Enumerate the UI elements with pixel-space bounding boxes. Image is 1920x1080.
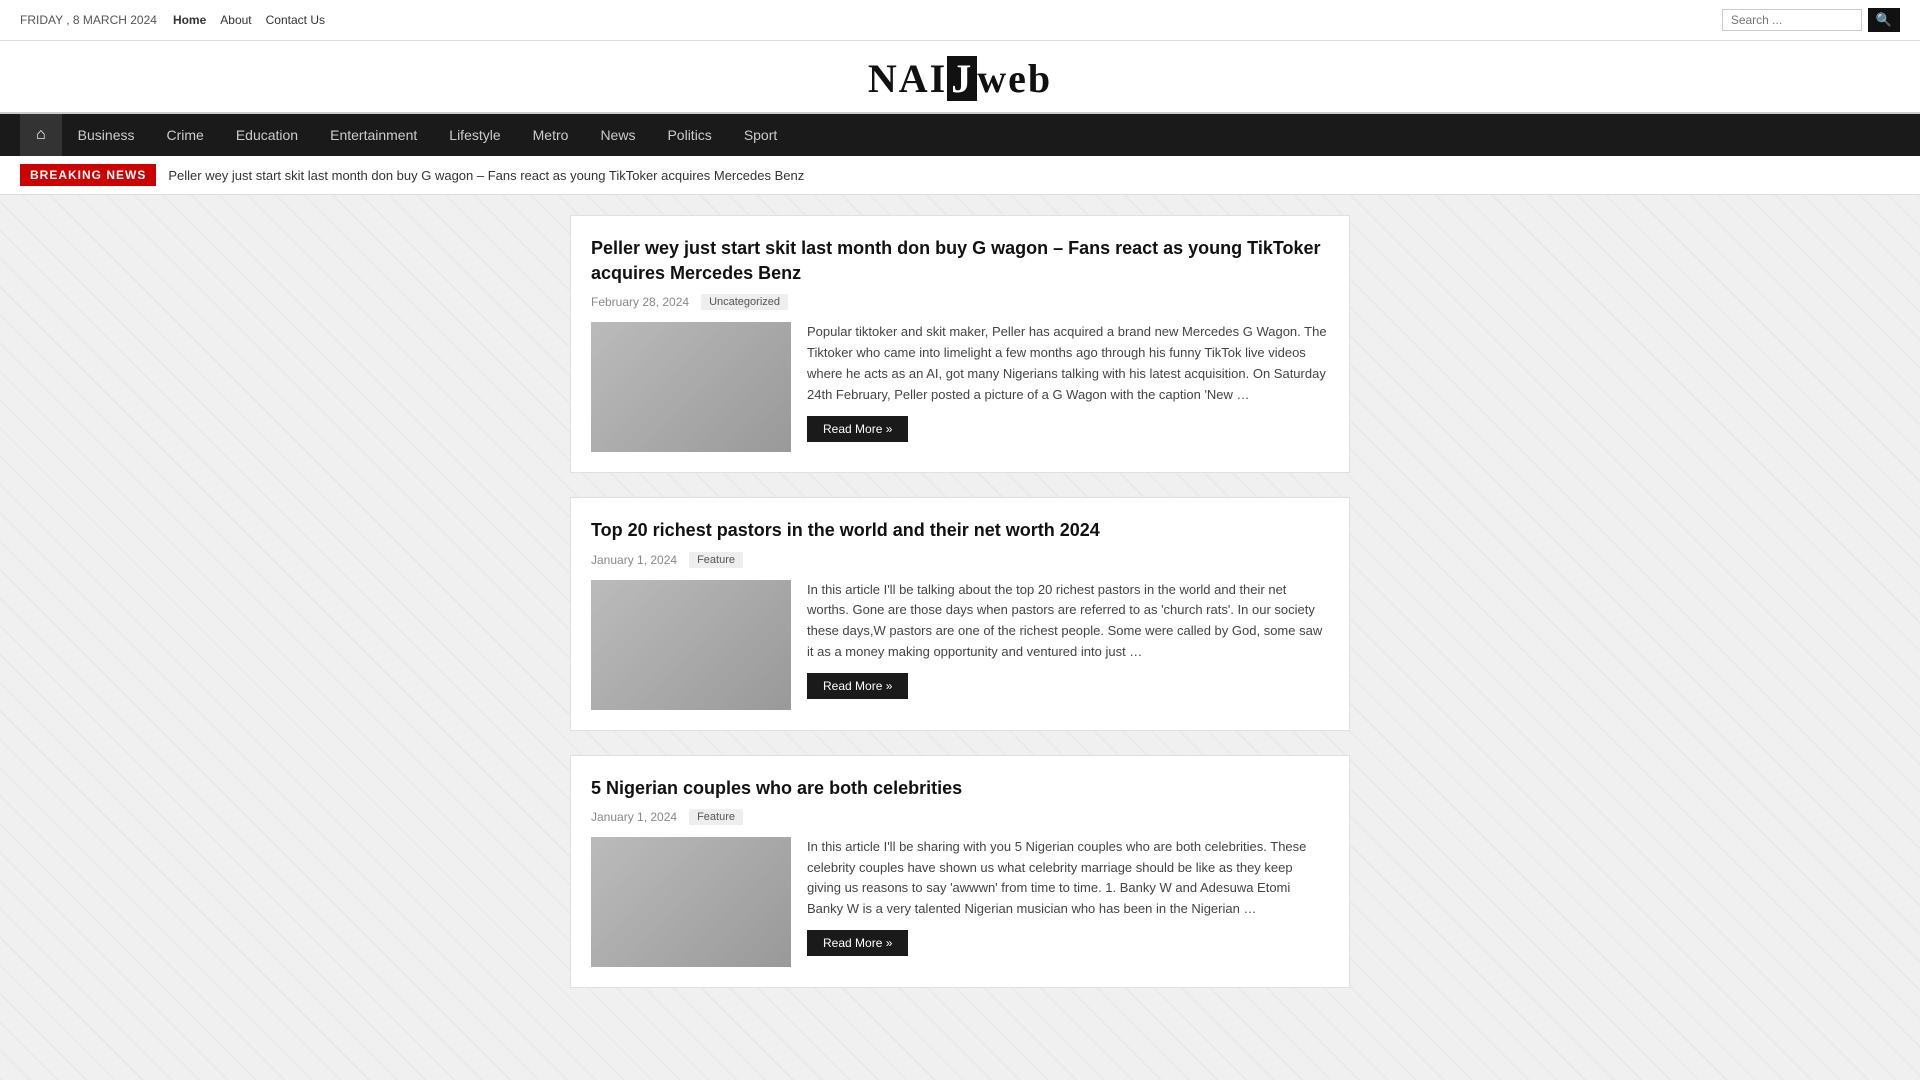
nav-item-education[interactable]: Education [220, 115, 314, 155]
article-title-0[interactable]: Peller wey just start skit last month do… [591, 236, 1329, 286]
article-text-0: Popular tiktoker and skit maker, Peller … [807, 322, 1329, 441]
article-card-1: Top 20 richest pastors in the world and … [570, 497, 1350, 730]
nav-item-crime[interactable]: Crime [150, 115, 219, 155]
article-thumb-inner-0 [591, 322, 791, 452]
article-meta-2: January 1, 2024 Feature [591, 809, 1329, 825]
top-nav-item-about[interactable]: About [220, 13, 251, 27]
logo-area: NAIJweb [0, 41, 1920, 114]
article-tag-0[interactable]: Uncategorized [701, 294, 788, 310]
main-nav: ⌂ BusinessCrimeEducationEntertainmentLif… [0, 114, 1920, 156]
nav-item-entertainment[interactable]: Entertainment [314, 115, 433, 155]
nav-item-politics[interactable]: Politics [651, 115, 727, 155]
top-nav: Home About Contact Us [173, 13, 325, 27]
read-more-button-1[interactable]: Read More » [807, 673, 908, 699]
search-button[interactable]: 🔍 [1868, 8, 1900, 32]
article-meta-1: January 1, 2024 Feature [591, 552, 1329, 568]
logo-highlight: J [947, 56, 977, 101]
nav-item-business[interactable]: Business [62, 115, 151, 155]
search-area: 🔍 [1722, 8, 1900, 32]
nav-item-sport[interactable]: Sport [728, 115, 793, 155]
article-thumbnail-2 [591, 837, 791, 967]
article-text-1: In this article I'll be talking about th… [807, 580, 1329, 699]
article-thumbnail-0 [591, 322, 791, 452]
main-content: Peller wey just start skit last month do… [570, 215, 1350, 988]
read-more-button-0[interactable]: Read More » [807, 416, 908, 442]
top-bar-left: FRIDAY , 8 MARCH 2024 Home About Contact U… [20, 13, 325, 27]
article-date-0: February 28, 2024 [591, 295, 689, 309]
breaking-label: BREAKING NEWS [20, 164, 156, 186]
article-body-2: In this article I'll be sharing with you… [591, 837, 1329, 967]
breaking-text: Peller wey just start skit last month do… [168, 168, 804, 183]
article-text-2: In this article I'll be sharing with you… [807, 837, 1329, 956]
date-display: FRIDAY , 8 MARCH 2024 [20, 13, 157, 27]
article-date-1: January 1, 2024 [591, 553, 677, 567]
logo-part2: web [977, 56, 1052, 101]
read-more-button-2[interactable]: Read More » [807, 930, 908, 956]
article-body-0: Popular tiktoker and skit maker, Peller … [591, 322, 1329, 452]
article-thumbnail-1 [591, 580, 791, 710]
article-body-1: In this article I'll be talking about th… [591, 580, 1329, 710]
article-tag-2[interactable]: Feature [689, 809, 743, 825]
article-date-2: January 1, 2024 [591, 810, 677, 824]
site-logo[interactable]: NAIJweb [0, 55, 1920, 102]
search-input[interactable] [1722, 9, 1862, 31]
article-title-1[interactable]: Top 20 richest pastors in the world and … [591, 518, 1329, 543]
top-nav-item-contact-us[interactable]: Contact Us [266, 13, 325, 27]
article-thumb-inner-2 [591, 837, 791, 967]
nav-home[interactable]: ⌂ [20, 114, 62, 156]
article-thumb-inner-1 [591, 580, 791, 710]
top-bar: FRIDAY , 8 MARCH 2024 Home About Contact U… [0, 0, 1920, 41]
logo-part1: NAI [868, 56, 947, 101]
article-card-2: 5 Nigerian couples who are both celebrit… [570, 755, 1350, 988]
article-tag-1[interactable]: Feature [689, 552, 743, 568]
article-title-2[interactable]: 5 Nigerian couples who are both celebrit… [591, 776, 1329, 801]
article-meta-0: February 28, 2024 Uncategorized [591, 294, 1329, 310]
top-nav-item-home[interactable]: Home [173, 13, 206, 27]
nav-item-news[interactable]: News [584, 115, 651, 155]
nav-item-lifestyle[interactable]: Lifestyle [433, 115, 516, 155]
article-card-0: Peller wey just start skit last month do… [570, 215, 1350, 473]
nav-item-metro[interactable]: Metro [517, 115, 585, 155]
breaking-news-bar: BREAKING NEWS Peller wey just start skit… [0, 156, 1920, 195]
